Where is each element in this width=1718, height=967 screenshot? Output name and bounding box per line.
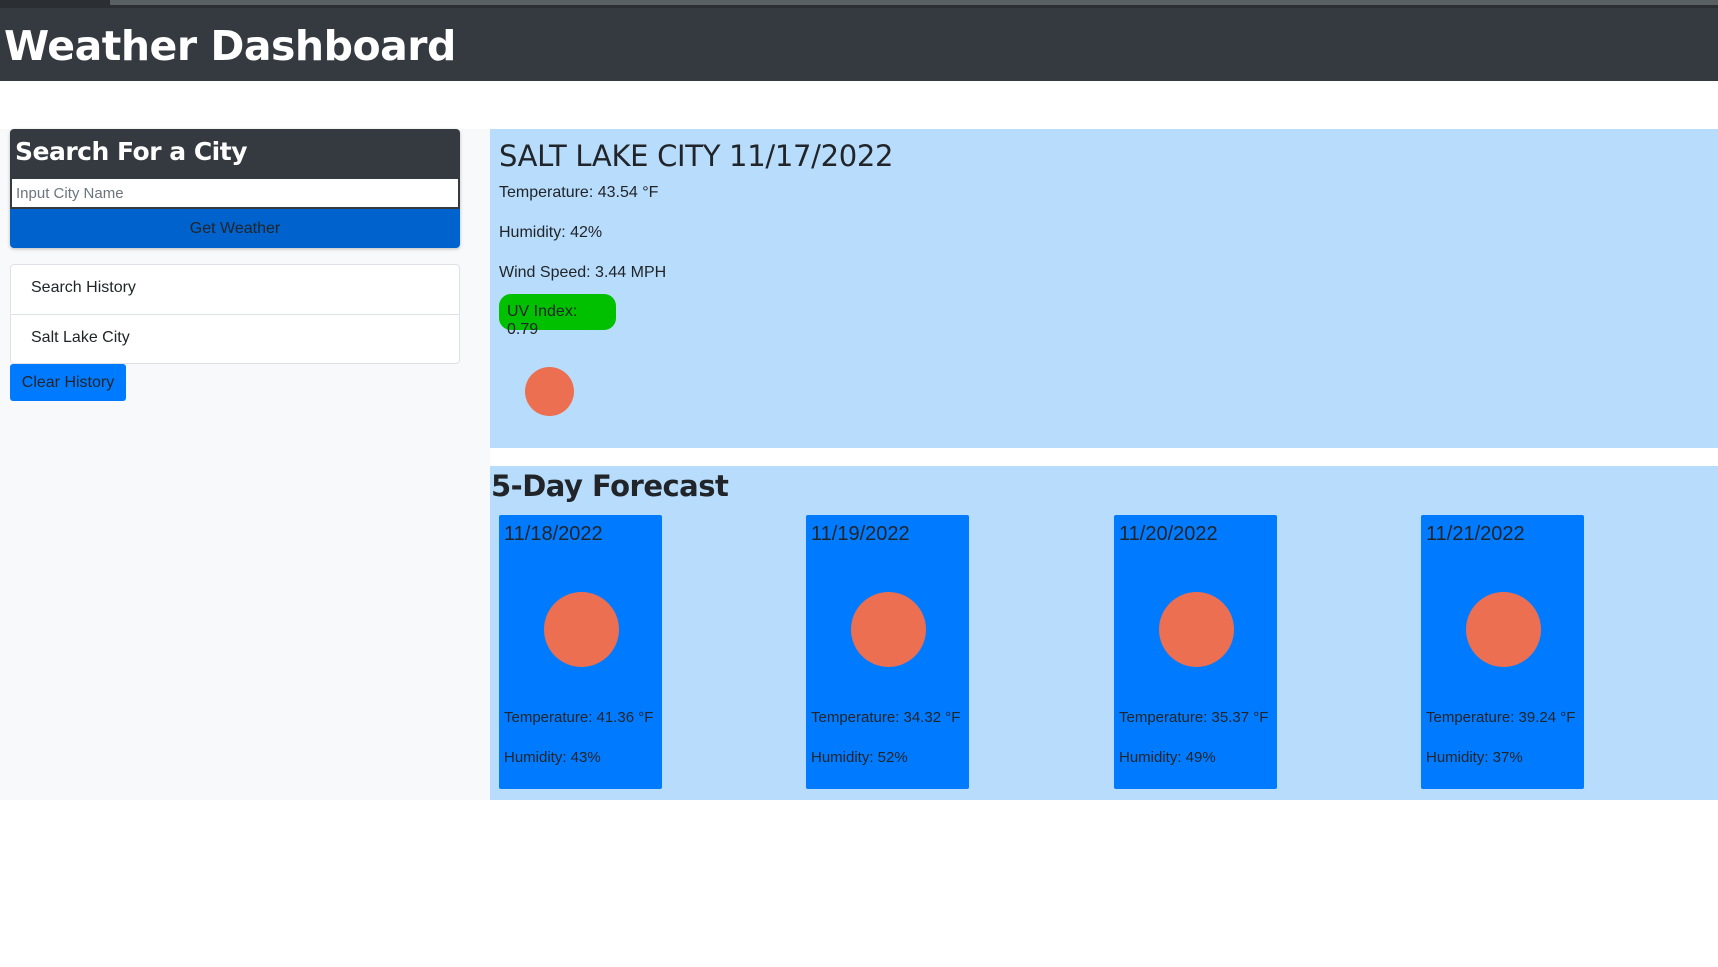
forecast-panel: 5-Day Forecast 11/18/2022 Temperature: 4… <box>490 466 1718 800</box>
current-weather-panel: SALT LAKE CITY 11/17/2022 Temperature: 4… <box>490 129 1718 448</box>
weather-icon <box>544 592 619 667</box>
current-city-date: SALT LAKE CITY 11/17/2022 <box>499 139 894 173</box>
forecast-date: 11/19/2022 <box>811 523 910 545</box>
forecast-humidity: Humidity: 37% <box>1426 749 1523 766</box>
city-search-input[interactable] <box>10 179 460 209</box>
weather-icon <box>1159 592 1234 667</box>
current-humidity: Humidity: 42% <box>499 224 603 241</box>
app-header: Weather Dashboard <box>0 8 1718 81</box>
forecast-card: 11/21/2022 Temperature: 39.24 °F Humidit… <box>1421 515 1584 789</box>
search-history-list: Search History Salt Lake City <box>10 264 460 364</box>
forecast-card: 11/18/2022 Temperature: 41.36 °F Humidit… <box>499 515 662 789</box>
search-card-title: Search For a City <box>15 137 248 166</box>
forecast-title: 5-Day Forecast <box>491 469 729 503</box>
forecast-humidity: Humidity: 43% <box>504 749 601 766</box>
search-card: Search For a City Get Weather <box>10 129 460 248</box>
current-temperature: Temperature: 43.54 °F <box>499 184 659 201</box>
current-wind-speed: Wind Speed: 3.44 MPH <box>499 264 667 281</box>
history-item-salt-lake-city[interactable]: Salt Lake City <box>11 314 459 363</box>
forecast-date: 11/18/2022 <box>504 523 603 545</box>
forecast-date: 11/20/2022 <box>1119 523 1218 545</box>
forecast-temperature: Temperature: 41.36 °F <box>504 709 654 726</box>
forecast-card: 11/20/2022 Temperature: 35.37 °F Humidit… <box>1114 515 1277 789</box>
browser-tab-strip <box>110 0 1718 5</box>
search-card-header: Search For a City <box>10 129 460 179</box>
weather-icon <box>525 367 574 416</box>
clear-history-button[interactable]: Clear History <box>10 364 126 401</box>
forecast-humidity: Humidity: 49% <box>1119 749 1216 766</box>
sidebar: Search For a City Get Weather Search His… <box>0 129 490 800</box>
forecast-humidity: Humidity: 52% <box>811 749 908 766</box>
uv-index-badge: UV Index: 0.79 <box>499 294 616 338</box>
forecast-temperature: Temperature: 35.37 °F <box>1119 709 1269 726</box>
weather-icon <box>851 592 926 667</box>
forecast-temperature: Temperature: 34.32 °F <box>811 709 961 726</box>
forecast-temperature: Temperature: 39.24 °F <box>1426 709 1576 726</box>
weather-icon <box>1466 592 1541 667</box>
get-weather-button[interactable]: Get Weather <box>10 209 460 248</box>
forecast-card: 11/19/2022 Temperature: 34.32 °F Humidit… <box>806 515 969 789</box>
forecast-date: 11/21/2022 <box>1426 523 1525 545</box>
search-history-header: Search History <box>31 279 136 296</box>
page-title: Weather Dashboard <box>4 22 456 70</box>
browser-top-strip <box>0 0 1718 8</box>
